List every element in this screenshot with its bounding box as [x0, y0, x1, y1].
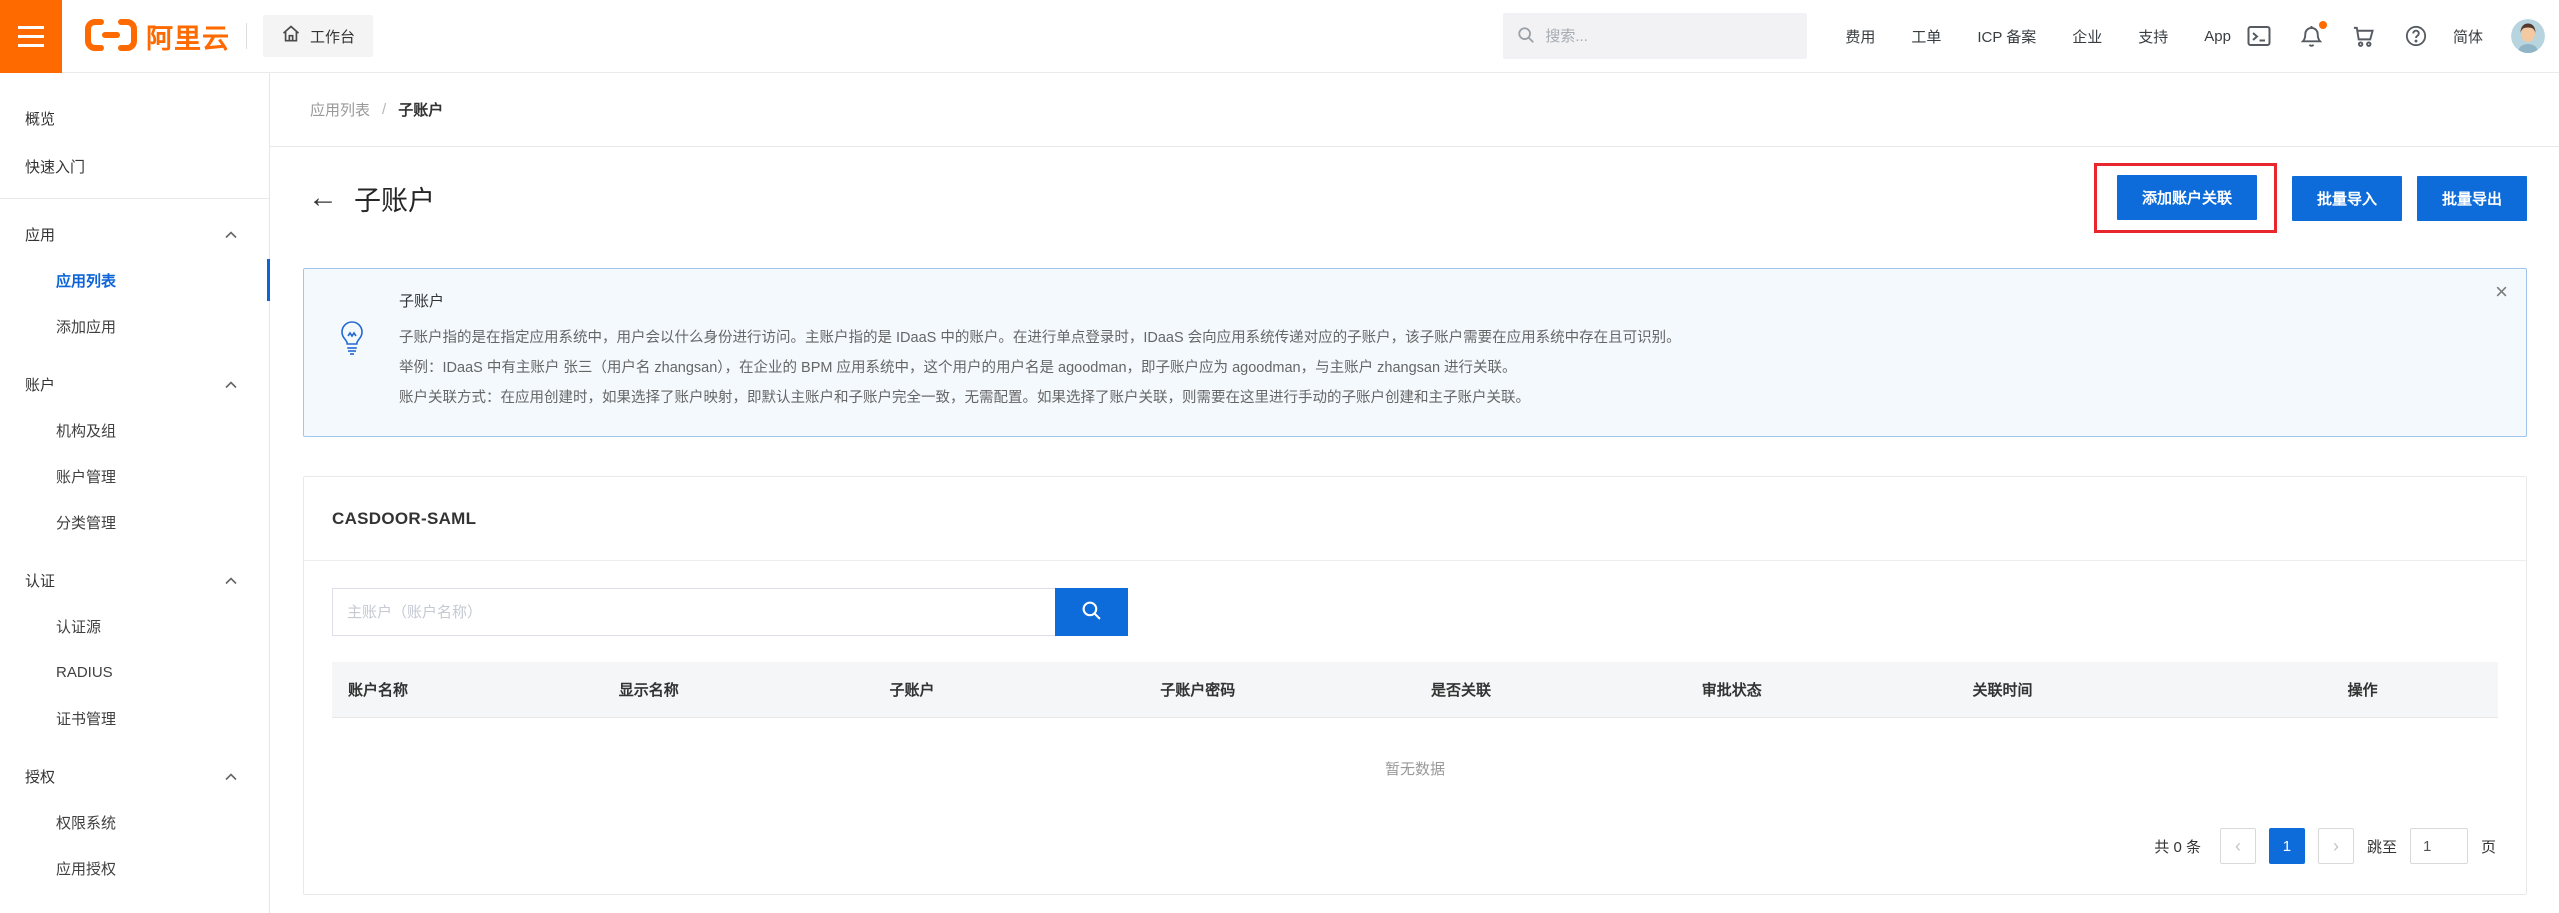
- info-line-2: 举例：IDaaS 中有主账户 张三（用户名 zhangsan），在企业的 BPM…: [399, 353, 2466, 383]
- col-operations: 操作: [2227, 662, 2498, 717]
- navbar-icons: [2247, 25, 2427, 48]
- help-icon[interactable]: [2405, 25, 2427, 47]
- application-name: CASDOOR-SAML: [332, 509, 476, 529]
- prev-page-button[interactable]: ‹: [2220, 828, 2256, 864]
- breadcrumb-app-list[interactable]: 应用列表: [310, 99, 370, 120]
- sidebar-group-authorization: 授权 权限系统 应用授权: [0, 753, 269, 891]
- nav-link-app[interactable]: App: [2204, 28, 2231, 45]
- top-navbar: 阿里云 工作台 费用 工单 ICP 备案 企业 支持 App: [0, 0, 2559, 73]
- col-association-time: 关联时间: [1957, 662, 2228, 717]
- breadcrumb-current: 子账户: [398, 99, 443, 120]
- jump-to-label: 跳至: [2367, 836, 2397, 857]
- notification-bell-icon[interactable]: [2301, 25, 2322, 48]
- sidebar-group-authorization-toggle[interactable]: 授权: [0, 753, 269, 799]
- batch-export-button[interactable]: 批量导出: [2417, 176, 2527, 221]
- pagination-total: 共 0 条: [2154, 836, 2201, 857]
- back-arrow-icon[interactable]: ←: [308, 183, 338, 213]
- page-title: 子账户: [354, 179, 435, 218]
- brand-name: 阿里云: [146, 17, 230, 56]
- sidebar-group-application-toggle[interactable]: 应用: [0, 211, 269, 257]
- col-display-name: 显示名称: [603, 662, 874, 717]
- hamburger-menu-icon[interactable]: [0, 0, 62, 73]
- breadcrumb: 应用列表 / 子账户: [270, 73, 2559, 147]
- search-icon: [1517, 26, 1535, 47]
- sidebar: 概览 快速入门 应用 应用列表 添加应用 账户 机构及组 账户管理 分类管理 认…: [0, 73, 270, 913]
- global-search-input[interactable]: [1545, 28, 1775, 45]
- search-icon: [1081, 600, 1102, 624]
- sidebar-item-cert-mgmt[interactable]: 证书管理: [0, 695, 269, 741]
- empty-state: 暂无数据: [332, 718, 2498, 818]
- account-search: [332, 588, 2498, 636]
- info-line-3: 账户关联方式：在应用创建时，如果选择了账户映射，即默认主账户和子账户完全一致，无…: [399, 383, 2466, 413]
- close-icon[interactable]: ×: [2495, 281, 2508, 303]
- sidebar-item-permission-system[interactable]: 权限系统: [0, 799, 269, 845]
- terminal-icon[interactable]: [2247, 25, 2271, 47]
- navbar-divider: [246, 23, 247, 49]
- user-avatar[interactable]: [2511, 19, 2545, 53]
- highlight-box: 添加账户关联: [2094, 163, 2277, 233]
- chevron-up-icon: [225, 376, 237, 393]
- next-page-button[interactable]: ›: [2318, 828, 2354, 864]
- info-line-1: 子账户指的是在指定应用系统中，用户会以什么身份进行访问。主账户指的是 IDaaS…: [399, 323, 2466, 353]
- col-account-name: 账户名称: [332, 662, 603, 717]
- nav-link-enterprise[interactable]: 企业: [2072, 26, 2102, 47]
- nav-link-support[interactable]: 支持: [2138, 26, 2168, 47]
- nav-link-fee[interactable]: 费用: [1845, 26, 1875, 47]
- sidebar-item-overview[interactable]: 概览: [0, 94, 269, 142]
- main-content: 应用列表 / 子账户 ← 子账户 添加账户关联 批量导入 批量导出: [270, 73, 2559, 913]
- sidebar-item-add-app[interactable]: 添加应用: [0, 303, 269, 349]
- col-sub-account-password: 子账户密码: [1144, 662, 1415, 717]
- notification-badge: [2319, 21, 2327, 29]
- aliyun-logo-icon: [84, 16, 138, 57]
- pagination: 共 0 条 ‹ 1 › 跳至 页: [332, 818, 2498, 894]
- chevron-up-icon: [225, 572, 237, 589]
- col-approval-status: 审批状态: [1686, 662, 1957, 717]
- current-page-button[interactable]: 1: [2269, 828, 2305, 864]
- sub-account-info-box: 子账户 子账户指的是在指定应用系统中，用户会以什么身份进行访问。主账户指的是 I…: [303, 268, 2527, 437]
- sidebar-divider: [0, 198, 269, 199]
- page-unit-label: 页: [2481, 836, 2496, 857]
- col-is-associated: 是否关联: [1415, 662, 1686, 717]
- sidebar-item-radius[interactable]: RADIUS: [0, 649, 269, 695]
- sub-account-card: CASDOOR-SAML 账户名称 显示名称: [303, 476, 2527, 895]
- global-search: [1503, 13, 1807, 59]
- search-button[interactable]: [1055, 588, 1128, 636]
- sidebar-item-account-mgmt[interactable]: 账户管理: [0, 453, 269, 499]
- sidebar-group-application: 应用 应用列表 添加应用: [0, 211, 269, 349]
- jump-to-page-input[interactable]: [2410, 828, 2468, 864]
- lightbulb-icon: [339, 320, 365, 413]
- sidebar-item-category-mgmt[interactable]: 分类管理: [0, 499, 269, 545]
- aliyun-logo[interactable]: 阿里云: [84, 16, 230, 57]
- language-switcher[interactable]: 简体: [2453, 26, 2483, 47]
- sidebar-item-app-authorization[interactable]: 应用授权: [0, 845, 269, 891]
- add-account-association-button[interactable]: 添加账户关联: [2117, 175, 2257, 220]
- workbench-label: 工作台: [310, 26, 355, 47]
- account-search-input[interactable]: [332, 588, 1055, 636]
- page-actions: 添加账户关联 批量导入 批量导出: [2094, 163, 2527, 233]
- nav-link-ticket[interactable]: 工单: [1911, 26, 1941, 47]
- nav-link-icp[interactable]: ICP 备案: [1977, 26, 2036, 47]
- col-sub-account: 子账户: [874, 662, 1145, 717]
- table-header-row: 账户名称 显示名称 子账户 子账户密码 是否关联 审批状态 关联时间 操作: [332, 662, 2498, 718]
- sidebar-item-auth-source[interactable]: 认证源: [0, 603, 269, 649]
- page-header: ← 子账户 添加账户关联 批量导入 批量导出: [270, 147, 2559, 235]
- sidebar-group-account-toggle[interactable]: 账户: [0, 361, 269, 407]
- navbar-links: 费用 工单 ICP 备案 企业 支持 App: [1845, 26, 2231, 47]
- sidebar-group-authentication-toggle[interactable]: 认证: [0, 557, 269, 603]
- home-icon: [281, 24, 301, 48]
- sidebar-group-authentication: 认证 认证源 RADIUS 证书管理: [0, 557, 269, 741]
- sidebar-item-quick-start[interactable]: 快速入门: [0, 142, 269, 190]
- info-box-title: 子账户: [399, 290, 2466, 311]
- empty-state-text: 暂无数据: [1385, 758, 1445, 779]
- sidebar-group-account: 账户 机构及组 账户管理 分类管理: [0, 361, 269, 545]
- cart-icon[interactable]: [2352, 25, 2375, 48]
- sidebar-item-org-group[interactable]: 机构及组: [0, 407, 269, 453]
- batch-import-button[interactable]: 批量导入: [2292, 176, 2402, 221]
- breadcrumb-separator: /: [382, 101, 386, 118]
- chevron-up-icon: [225, 226, 237, 243]
- chevron-up-icon: [225, 768, 237, 785]
- workbench-button[interactable]: 工作台: [263, 15, 373, 57]
- sidebar-item-app-list[interactable]: 应用列表: [0, 257, 269, 303]
